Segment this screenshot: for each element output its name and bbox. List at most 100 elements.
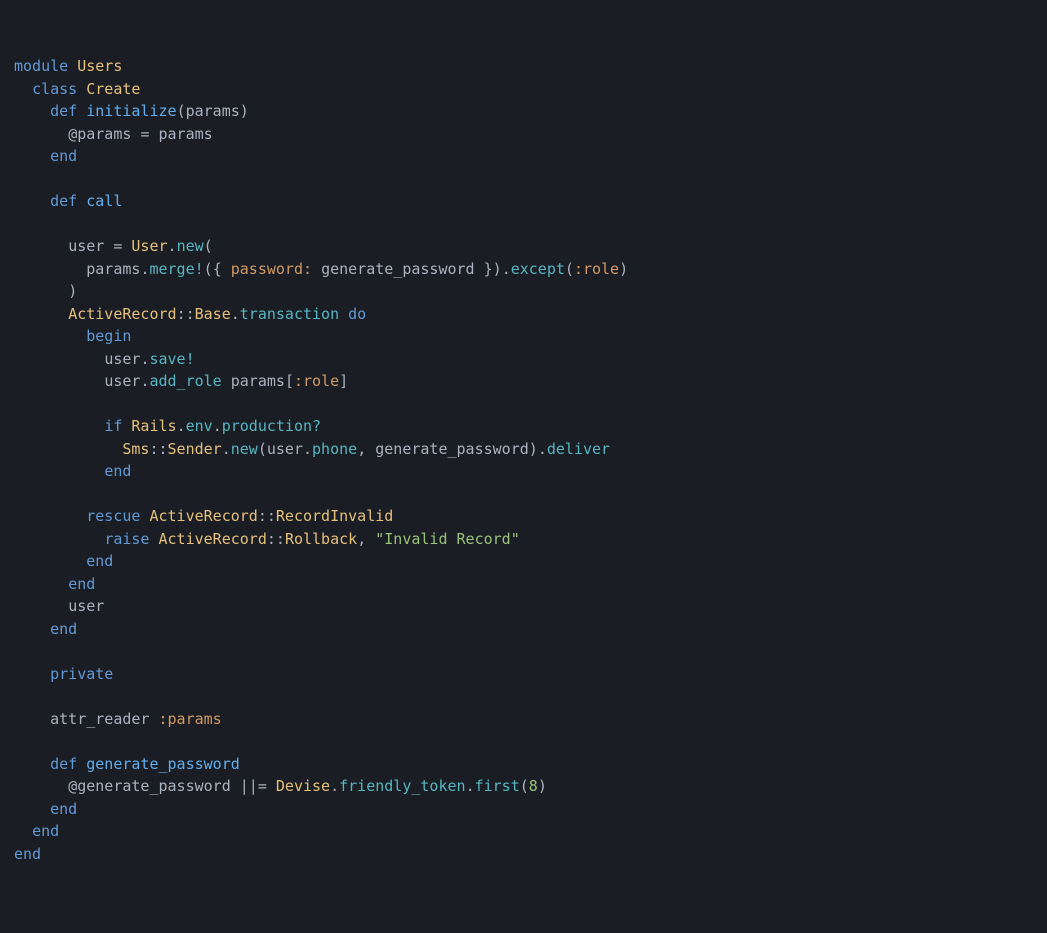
dot: .: [177, 417, 186, 435]
identifier: params: [86, 260, 140, 278]
paren: ): [493, 260, 502, 278]
symbol: :role: [294, 372, 339, 390]
keyword: if: [104, 417, 122, 435]
dcolon: ::: [149, 440, 167, 458]
identifier: user: [68, 237, 104, 255]
paren: ): [529, 440, 538, 458]
code-editor[interactable]: module Users class Create def initialize…: [14, 55, 1033, 865]
identifier: user: [267, 440, 303, 458]
keyword: end: [50, 800, 77, 818]
dcolon: ::: [177, 305, 195, 323]
method: friendly_token: [339, 777, 465, 795]
paren: (: [565, 260, 574, 278]
const: Devise: [276, 777, 330, 795]
method: new: [231, 440, 258, 458]
keyword: module: [14, 57, 68, 75]
bracket: ]: [339, 372, 348, 390]
identifier: generate_password: [375, 440, 529, 458]
const: Rollback: [285, 530, 357, 548]
const: Base: [195, 305, 231, 323]
method: save!: [149, 350, 194, 368]
symbol: :params: [159, 710, 222, 728]
const: ActiveRecord: [68, 305, 176, 323]
identifier: params: [159, 125, 213, 143]
const: Sms: [122, 440, 149, 458]
identifier: attr_reader: [50, 710, 149, 728]
const: Rails: [131, 417, 176, 435]
comma: ,: [357, 440, 366, 458]
keyword: end: [32, 822, 59, 840]
method: except: [511, 260, 565, 278]
paren: ): [538, 777, 547, 795]
keyword: rescue: [86, 507, 140, 525]
keyword: end: [86, 552, 113, 570]
const: Users: [77, 57, 122, 75]
method: env: [186, 417, 213, 435]
dot: .: [538, 440, 547, 458]
dcolon: ::: [258, 507, 276, 525]
op: ||=: [240, 777, 267, 795]
keyword: end: [50, 620, 77, 638]
function-name: initialize: [86, 102, 176, 120]
function-name: call: [86, 192, 122, 210]
keyword: private: [50, 665, 113, 683]
dot: .: [213, 417, 222, 435]
brace: {: [213, 260, 222, 278]
method: deliver: [547, 440, 610, 458]
method: transaction: [240, 305, 339, 323]
identifier: user: [68, 597, 104, 615]
const: RecordInvalid: [276, 507, 393, 525]
dot: .: [303, 440, 312, 458]
brace: }: [484, 260, 493, 278]
paren: ): [619, 260, 628, 278]
keyword: end: [68, 575, 95, 593]
paren: (: [258, 440, 267, 458]
const: User: [131, 237, 167, 255]
identifier: params: [231, 372, 285, 390]
method: new: [177, 237, 204, 255]
op: =: [113, 237, 122, 255]
method: first: [475, 777, 520, 795]
paren: (: [520, 777, 529, 795]
method: merge!: [149, 260, 203, 278]
dcolon: ::: [267, 530, 285, 548]
dot: .: [222, 440, 231, 458]
ivar: @generate_password: [68, 777, 231, 795]
dot: .: [466, 777, 475, 795]
bracket: [: [285, 372, 294, 390]
comma: ,: [357, 530, 366, 548]
const: ActiveRecord: [159, 530, 267, 548]
keyword: end: [50, 147, 77, 165]
string: "Invalid Record": [375, 530, 520, 548]
op: =: [140, 125, 149, 143]
symbol: :role: [574, 260, 619, 278]
paren: (: [204, 260, 213, 278]
dot: .: [168, 237, 177, 255]
paren: (: [204, 237, 213, 255]
dot: .: [231, 305, 240, 323]
paren: ): [240, 102, 249, 120]
const: Create: [86, 80, 140, 98]
function-name: generate_password: [86, 755, 240, 773]
keyword: def: [50, 102, 77, 120]
keyword: def: [50, 755, 77, 773]
method: production?: [222, 417, 321, 435]
keyword: class: [32, 80, 77, 98]
keyword: def: [50, 192, 77, 210]
identifier: generate_password: [321, 260, 475, 278]
keyword: begin: [86, 327, 131, 345]
keyword: do: [348, 305, 366, 323]
symbol: password:: [231, 260, 312, 278]
dot: .: [502, 260, 511, 278]
identifier: user: [104, 372, 140, 390]
const: Sender: [168, 440, 222, 458]
number: 8: [529, 777, 538, 795]
ivar: @params: [68, 125, 131, 143]
keyword: raise: [104, 530, 149, 548]
const: ActiveRecord: [149, 507, 257, 525]
method: add_role: [149, 372, 221, 390]
keyword: end: [14, 845, 41, 863]
identifier: user: [104, 350, 140, 368]
paren: ): [68, 282, 77, 300]
param: params: [186, 102, 240, 120]
